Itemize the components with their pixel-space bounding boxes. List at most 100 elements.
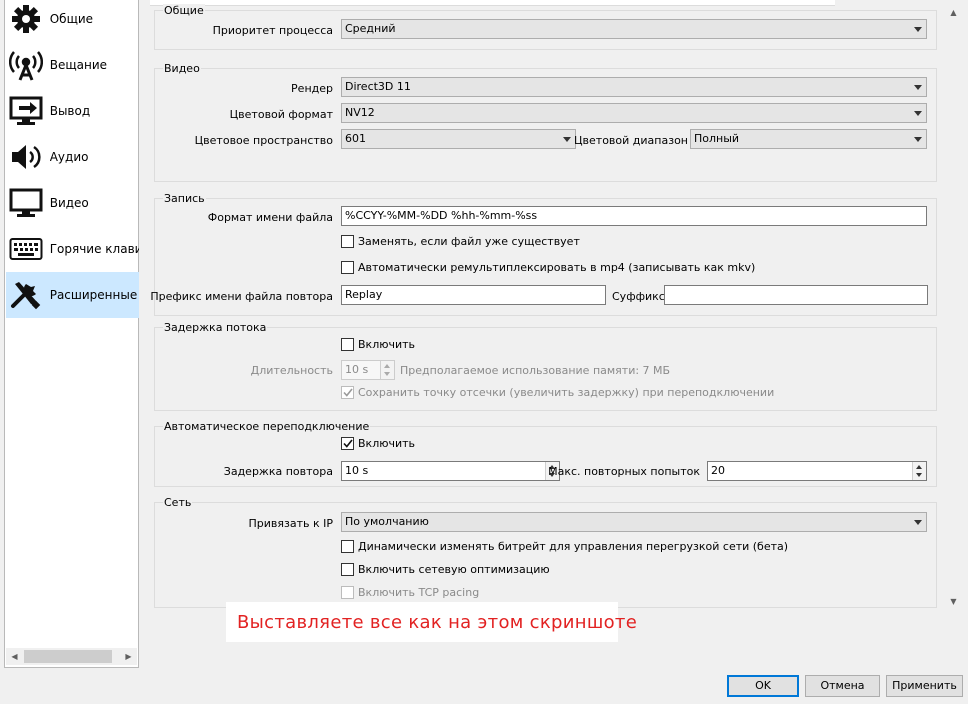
chevron-down-icon xyxy=(914,85,922,90)
sidebar-item-label: Аудио xyxy=(49,150,89,164)
recording-group: Запись Формат имени файла %CCYY-%MM-%DD … xyxy=(150,192,937,316)
stream-delay-group: Задержка потока Включить Длительность 10… xyxy=(154,321,937,411)
scroll-right-icon[interactable]: ▶ xyxy=(120,648,137,665)
checkbox-box[interactable] xyxy=(341,386,354,399)
bind-ip-select[interactable]: По умолчанию xyxy=(341,512,927,532)
suffix-label: Суффикс xyxy=(612,290,665,303)
sidebar-item-audio[interactable]: Аудио xyxy=(6,134,139,180)
priority-label: Приоритет процесса xyxy=(212,24,333,37)
dynamic-bitrate-checkbox[interactable]: Динамически изменять битрейт для управле… xyxy=(341,540,788,553)
preserve-cutoff-checkbox[interactable]: Сохранить точку отсечки (увеличить задер… xyxy=(341,386,774,399)
checkbox-box[interactable] xyxy=(341,540,354,553)
group-title: Сеть xyxy=(163,496,193,509)
checkbox-box[interactable] xyxy=(341,563,354,576)
output-icon xyxy=(8,93,44,129)
stream-delay-enable-checkbox[interactable]: Включить xyxy=(341,338,415,351)
sidebar-item-general[interactable]: Общие xyxy=(6,0,139,42)
sidebar-item-advanced[interactable]: Расширенные xyxy=(6,272,139,318)
tools-icon xyxy=(8,277,44,313)
group-title: Видео xyxy=(163,62,201,75)
sidebar-item-label: Общие xyxy=(49,12,94,26)
network-optimization-checkbox[interactable]: Включить сетевую оптимизацию xyxy=(341,563,550,576)
sidebar-item-video[interactable]: Видео xyxy=(6,180,139,226)
chevron-down-icon xyxy=(914,137,922,142)
sidebar-item-output[interactable]: Вывод xyxy=(6,88,139,134)
sidebar-item-label: Видео xyxy=(49,196,89,210)
renderer-select[interactable]: Direct3D 11 xyxy=(341,77,927,97)
sidebar-horizontal-scrollbar[interactable]: ◀ ▶ xyxy=(6,648,137,665)
max-retries-spinbox[interactable]: 20 xyxy=(707,461,927,481)
priority-select[interactable]: Средний xyxy=(341,19,927,39)
ok-button[interactable]: OK xyxy=(727,675,799,697)
advanced-settings-panel: Общие Приоритет процесса Средний Видео Р… xyxy=(140,0,968,668)
filename-format-input[interactable]: %CCYY-%MM-%DD %hh-%mm-%ss xyxy=(341,206,927,226)
suffix-input[interactable] xyxy=(664,285,928,305)
general-group: Общие Приоритет процесса Средний xyxy=(154,4,937,50)
filename-format-label: Формат имени файла xyxy=(207,211,333,224)
apply-button[interactable]: Применить xyxy=(886,675,963,697)
checkbox-box[interactable] xyxy=(341,261,354,274)
memory-usage-note: Предполагаемое использование памяти: 7 М… xyxy=(400,364,671,377)
spin-up-icon[interactable] xyxy=(384,364,390,368)
scroll-left-icon[interactable]: ◀ xyxy=(6,648,23,665)
gear-icon xyxy=(8,1,44,37)
replay-prefix-label: Префикс имени файла повтора xyxy=(150,290,333,303)
checkbox-box[interactable] xyxy=(341,338,354,351)
retry-delay-spinbox[interactable]: 10 s xyxy=(341,461,560,481)
settings-sidebar: Общие Вещание Вывод Аудио Видео Горячие … xyxy=(4,0,139,668)
sidebar-item-label: Горячие клавиши xyxy=(49,242,139,256)
sidebar-item-stream[interactable]: Вещание xyxy=(6,42,139,88)
spin-down-icon[interactable] xyxy=(384,372,390,376)
sidebar-item-label: Расширенные xyxy=(49,288,138,302)
color-range-select[interactable]: Полный xyxy=(690,129,927,149)
retry-delay-label: Задержка повтора xyxy=(223,465,333,478)
group-title: Запись xyxy=(163,192,206,205)
sidebar-item-hotkeys[interactable]: Горячие клавиши xyxy=(6,226,139,272)
video-group: Видео Рендер Direct3D 11 Цветовой формат… xyxy=(154,62,937,182)
color-format-label: Цветовой формат xyxy=(229,108,333,121)
sidebar-item-label: Вещание xyxy=(49,58,108,72)
bind-ip-label: Привязать к IP xyxy=(248,517,334,530)
tcp-pacing-checkbox[interactable]: Включить TCP pacing xyxy=(341,586,479,599)
reconnect-enable-checkbox[interactable]: Включить xyxy=(341,437,415,450)
checkbox-box[interactable] xyxy=(341,235,354,248)
duration-spinbox[interactable]: 10 s xyxy=(341,360,395,380)
duration-label: Длительность xyxy=(250,364,333,377)
max-retries-label: Макс. повторных попыток xyxy=(548,465,700,478)
overwrite-checkbox[interactable]: Заменять, если файл уже существует xyxy=(341,235,580,248)
annotation-text: Выставляете все как на этом скриншоте xyxy=(237,612,638,633)
chevron-down-icon xyxy=(914,520,922,525)
group-title: Задержка потока xyxy=(163,321,268,334)
checkbox-box[interactable] xyxy=(341,437,354,450)
remux-checkbox[interactable]: Автоматически ремультиплексировать в mp4… xyxy=(341,261,755,274)
group-title: Общие xyxy=(163,4,205,17)
keyboard-icon xyxy=(8,231,44,267)
sidebar-item-label: Вывод xyxy=(49,104,91,118)
checkmark-icon xyxy=(342,388,353,397)
renderer-label: Рендер xyxy=(291,82,333,95)
checkbox-box[interactable] xyxy=(341,586,354,599)
broadcast-icon xyxy=(8,47,44,83)
scrollbar-thumb[interactable] xyxy=(24,650,112,663)
speaker-icon xyxy=(8,139,44,175)
color-space-label: Цветовое пространство xyxy=(194,134,333,147)
spin-down-icon[interactable] xyxy=(916,473,922,477)
annotation-note: Выставляете все как на этом скриншоте xyxy=(226,602,637,642)
scroll-down-icon[interactable]: ▼ xyxy=(945,593,962,610)
chevron-down-icon xyxy=(563,137,571,142)
cancel-button[interactable]: Отмена xyxy=(805,675,880,697)
replay-prefix-input[interactable]: Replay xyxy=(341,285,606,305)
scroll-up-icon[interactable]: ▲ xyxy=(945,4,962,21)
monitor-icon xyxy=(8,185,44,221)
group-title: Автоматическое переподключение xyxy=(163,420,371,433)
checkmark-icon xyxy=(342,439,353,448)
auto-reconnect-group: Автоматическое переподключение Включить … xyxy=(154,420,937,487)
spin-buttons[interactable] xyxy=(380,361,394,379)
chevron-down-icon xyxy=(914,111,922,116)
spin-up-icon[interactable] xyxy=(916,465,922,469)
color-format-select[interactable]: NV12 xyxy=(341,103,927,123)
spin-buttons[interactable] xyxy=(912,462,926,480)
color-space-select[interactable]: 601 xyxy=(341,129,576,149)
color-range-label: Цветовой диапазон xyxy=(574,134,688,147)
content-vertical-scrollbar[interactable]: ▲ ▼ xyxy=(945,0,962,610)
